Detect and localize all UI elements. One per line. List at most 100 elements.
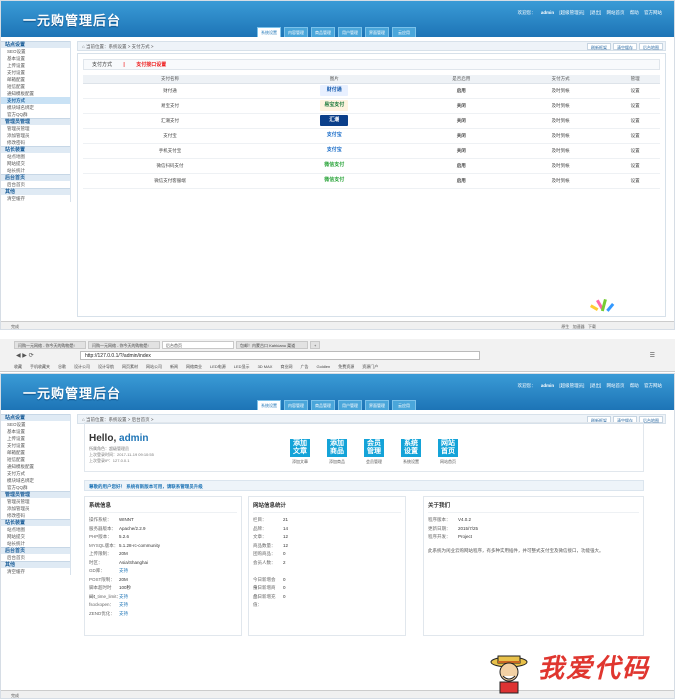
sidebar-item[interactable]: 修改密码 — [1, 139, 70, 146]
bookmark-item[interactable]: LED电源 — [210, 364, 226, 369]
sidebar-item[interactable]: 后台首页 — [1, 181, 70, 188]
payment-status[interactable]: 启用 — [411, 158, 511, 174]
sidebar-item[interactable]: 通知模板配置 — [1, 90, 70, 97]
payment-settings-link[interactable]: 设置 — [610, 128, 660, 144]
tab-system-settings[interactable]: 系统设置 — [257, 27, 281, 37]
tab-goods[interactable]: 商品管理 — [311, 27, 335, 37]
bookmark-item[interactable]: 手机收藏夹 — [30, 364, 50, 369]
logout-link[interactable]: [退出] — [590, 10, 602, 15]
site-home-link[interactable]: 网站首页 — [606, 10, 624, 15]
sidebar-item[interactable]: 基本设置 — [1, 55, 70, 62]
sidebar-group-1[interactable]: 管理员管理 — [1, 491, 70, 498]
payment-settings-link[interactable]: 设置 — [610, 173, 660, 189]
sidebar-item[interactable]: 站长统计 — [1, 540, 70, 547]
sidebar-item[interactable]: 模块域名绑定 — [1, 104, 70, 111]
sidebar-group-0[interactable]: 站点设置 — [1, 414, 70, 421]
browser-tab-2[interactable]: 闪购一元网络 - 你今天的购物是! — [88, 341, 160, 349]
quick-action-tile[interactable]: 系统设置 — [401, 439, 421, 457]
sidebar-item[interactable]: 上传设置 — [1, 435, 70, 442]
tab-interface[interactable]: 界面管理 — [365, 27, 389, 37]
address-bar[interactable]: http://127.0.0.1/?/admin/index — [80, 351, 480, 360]
sidebar-group-0[interactable]: 站点设置 — [1, 41, 70, 48]
sidebar-item[interactable]: 添加管理员 — [1, 505, 70, 512]
tab-content[interactable]: 内容管理 — [284, 400, 308, 410]
quick-action[interactable]: 系统设置 系统设置 — [401, 439, 421, 465]
quick-action-tile[interactable]: 添加文章 — [290, 439, 310, 457]
sidebar-item[interactable]: 邮箱配置 — [1, 76, 70, 83]
quick-action-tile[interactable]: 添加商品 — [327, 439, 347, 457]
payment-settings-link[interactable]: 设置 — [610, 98, 660, 114]
sidebar-item[interactable]: 短信配置 — [1, 83, 70, 90]
bookmark-item[interactable]: 网站公司 — [146, 364, 162, 369]
sidebar-item[interactable]: 清空缓存 — [1, 568, 70, 575]
sidebar-group-4[interactable]: 其他 — [1, 188, 70, 195]
sidebar-item[interactable]: 官方QQ群 — [1, 111, 70, 118]
browser-tab-admin[interactable]: 后台首页 — [162, 341, 234, 349]
sidebar-item[interactable]: 后台首页 — [1, 554, 70, 561]
browser-tab-4[interactable]: 包邮！内蒙古口 Kahlúanu 渠道 — [236, 341, 308, 349]
sidebar-item[interactable]: 站点地图 — [1, 526, 70, 533]
payment-status[interactable]: 关闭 — [411, 98, 511, 114]
sidebar-item[interactable]: 支付方式 — [1, 470, 70, 477]
official-site-link[interactable]: 官方网站 — [644, 383, 662, 388]
bookmark-item[interactable]: 设计导航 — [98, 364, 114, 369]
sidebar-group-2[interactable]: 站长装置 — [1, 146, 70, 153]
payment-settings-link[interactable]: 设置 — [610, 143, 660, 159]
quick-action[interactable]: 添加文章 添加文章 — [290, 439, 310, 465]
site-home-link[interactable]: 网站首页 — [606, 383, 624, 388]
tab-interface[interactable]: 界面管理 — [365, 400, 389, 410]
sidebar-item[interactable]: SEO设置 — [1, 421, 70, 428]
payment-status[interactable]: 启用 — [411, 83, 511, 99]
sidebar-group-3[interactable]: 后台首页 — [1, 547, 70, 554]
sidebar-item[interactable]: 模块域名绑定 — [1, 477, 70, 484]
nav-back-forward-icon[interactable]: ◀ ▶ ⟳ — [16, 352, 34, 359]
sidebar-group-3[interactable]: 后台首页 — [1, 174, 70, 181]
quick-action[interactable]: 添加商品 添加商品 — [327, 439, 347, 465]
sidebar-item[interactable]: 上传设置 — [1, 62, 70, 69]
help-link[interactable]: 帮助 — [630, 383, 639, 388]
sidebar-item[interactable]: 网站提交 — [1, 160, 70, 167]
logout-link[interactable]: [退出] — [590, 383, 602, 388]
bookmark-item[interactable]: 网页素材 — [122, 364, 138, 369]
sidebar-group-1[interactable]: 管理员管理 — [1, 118, 70, 125]
refresh-frame-button[interactable]: 刷新框架 — [587, 43, 611, 50]
bookmark-item[interactable]: 新闻 — [170, 364, 178, 369]
sidebar-item[interactable]: 短信配置 — [1, 456, 70, 463]
sidebar-item[interactable]: 基本设置 — [1, 428, 70, 435]
status-item-download[interactable]: 下载 — [588, 324, 596, 329]
sidebar-item[interactable]: 通知模板配置 — [1, 463, 70, 470]
sidebar-item[interactable]: 清空缓存 — [1, 195, 70, 202]
sidebar-group-4[interactable]: 其他 — [1, 561, 70, 568]
sidebar-item[interactable]: 支付方式 — [1, 97, 70, 104]
new-tab-button[interactable]: + — [310, 341, 320, 349]
tab-system-settings[interactable]: 系统设置 — [257, 400, 281, 410]
sidebar-item[interactable]: 修改密码 — [1, 512, 70, 519]
bookmark-item[interactable]: 收藏 — [14, 364, 22, 369]
admin-map-button[interactable]: 后台地图 — [639, 43, 663, 50]
sidebar-item[interactable]: 邮箱配置 — [1, 449, 70, 456]
menu-icon[interactable]: ☰ — [650, 352, 655, 359]
tab-users[interactable]: 用户管理 — [338, 27, 362, 37]
sidebar-item[interactable]: 支付设置 — [1, 442, 70, 449]
sidebar-item[interactable]: 官方QQ群 — [1, 484, 70, 491]
help-link[interactable]: 帮助 — [630, 10, 639, 15]
status-item-accelerator[interactable]: 加速器 — [573, 324, 585, 329]
bookmark-item[interactable]: 资源门户 — [362, 364, 378, 369]
upgrade-notice[interactable]: 尊敬的用户您好！ 系统有新版本可用，请联系管理员升级 — [84, 480, 644, 491]
bookmark-item[interactable]: 3D MAX — [258, 364, 273, 369]
quick-action[interactable]: 会员管理 会员管理 — [364, 439, 384, 465]
tab-users[interactable]: 用户管理 — [338, 400, 362, 410]
payment-settings-link[interactable]: 设置 — [610, 113, 660, 129]
payment-status[interactable]: 关闭 — [411, 128, 511, 144]
official-site-link[interactable]: 官方网站 — [644, 10, 662, 15]
bookmark-item[interactable]: 谷歌 — [58, 364, 66, 369]
bookmark-item[interactable]: 广告 — [300, 364, 308, 369]
payment-settings-link[interactable]: 设置 — [610, 83, 660, 99]
quick-action-tile[interactable]: 会员管理 — [364, 439, 384, 457]
quick-action[interactable]: 网站首页 网站首页 — [438, 439, 458, 465]
sidebar-item[interactable]: 管理员管理 — [1, 125, 70, 132]
browser-tab-1[interactable]: 闪购一元网络 - 你今天的购物是! — [14, 341, 86, 349]
payment-status[interactable]: 关闭 — [411, 113, 511, 129]
sidebar-item[interactable]: 添加管理员 — [1, 132, 70, 139]
sidebar-item[interactable]: 站点地图 — [1, 153, 70, 160]
